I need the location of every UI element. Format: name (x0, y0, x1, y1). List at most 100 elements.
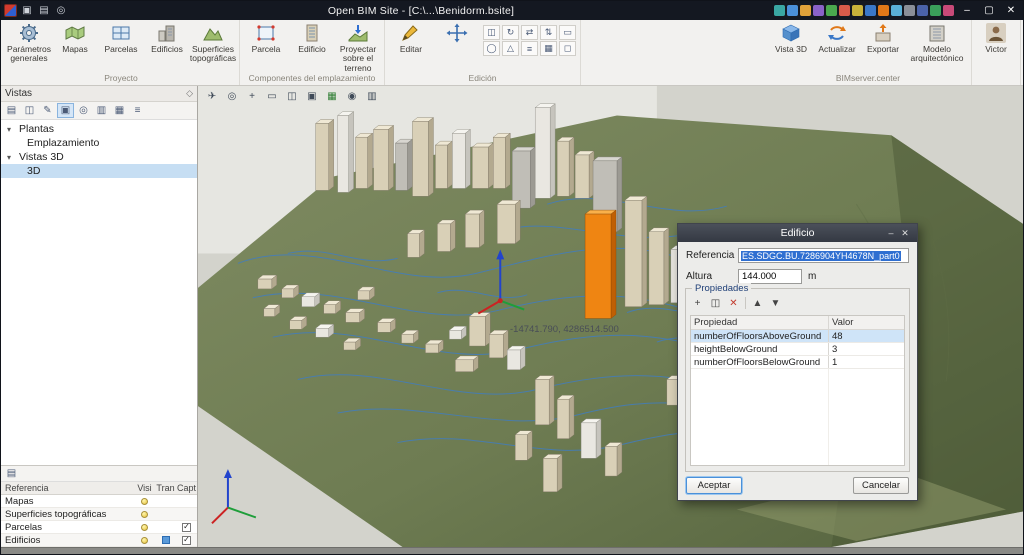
walk-mode-icon[interactable]: ✈ (204, 89, 220, 103)
visibility-bulb-icon[interactable] (141, 524, 148, 531)
mirror-icon[interactable]: ⇄ (521, 25, 538, 40)
camera-icon[interactable]: ▣ (304, 89, 320, 103)
vista-3d-button[interactable]: Vista 3D (768, 21, 814, 54)
copy-icon[interactable]: ◫ (709, 298, 722, 309)
list-icon[interactable]: ▤ (3, 466, 20, 481)
proyectar-terreno-button[interactable]: Proyectar sobre el terreno (335, 21, 381, 73)
grid-icon[interactable] (865, 5, 876, 16)
visibility-icon[interactable]: ◉ (344, 89, 360, 103)
grid-icon[interactable]: ▦ (540, 41, 557, 56)
settings-icon[interactable]: ≡ (129, 103, 146, 118)
sync-icon[interactable] (787, 5, 798, 16)
edit-view-icon[interactable]: ✎ (39, 103, 56, 118)
visibility-bulb-icon[interactable] (141, 511, 148, 518)
property-row-height-below[interactable]: heightBelowGround 3 (691, 343, 904, 356)
print-view-icon[interactable]: ▥ (93, 103, 110, 118)
edificio-button[interactable]: Edificio (289, 21, 335, 54)
aceptar-button[interactable]: Aceptar (686, 477, 742, 494)
tree-item-vistas-3d[interactable]: ▾ Vistas 3D (1, 150, 197, 164)
transparency-icon[interactable] (162, 536, 170, 544)
capture-checkbox[interactable]: ✓ (182, 523, 191, 532)
tree-item-plantas[interactable]: ▾ Plantas (1, 122, 197, 136)
delete-icon[interactable]: ✕ (727, 298, 740, 309)
zoom-extents-icon[interactable]: ▭ (264, 89, 280, 103)
select-icon[interactable]: ◻ (559, 41, 576, 56)
close-button[interactable]: ✕ (1002, 5, 1020, 16)
home-icon[interactable] (774, 5, 785, 16)
doc-icon[interactable] (878, 5, 889, 16)
section-icon[interactable]: ◫ (284, 89, 300, 103)
layers-icon[interactable]: ▦ (111, 103, 128, 118)
exportar-button[interactable]: Exportar (860, 21, 906, 54)
chat-icon[interactable] (930, 5, 941, 16)
export-sheet-icon[interactable]: ▦ (324, 89, 340, 103)
move-up-icon[interactable]: ▲ (751, 298, 764, 309)
mail-icon[interactable] (839, 5, 850, 16)
layer-row-edificios[interactable]: Edificios ✓ (1, 534, 197, 547)
edificios-button[interactable]: Edificios (144, 21, 190, 54)
button-label: Superficies topográficas (190, 45, 236, 64)
cloud-icon[interactable] (800, 5, 811, 16)
property-row-floors-below[interactable]: numberOfFloorsBelowGround 1 (691, 356, 904, 369)
stretch-icon[interactable]: ⇅ (540, 25, 557, 40)
shadows-icon[interactable]: ▥ (364, 89, 380, 103)
modelo-arquitectonico-button[interactable]: Modelo arquitectónico (906, 21, 968, 64)
tree-item-emplazamiento[interactable]: Emplazamiento (1, 136, 197, 150)
new-view-icon[interactable]: ▤ (3, 103, 20, 118)
chart-icon[interactable] (826, 5, 837, 16)
chevron-down-icon[interactable]: ▾ (7, 153, 19, 162)
camera-view-icon[interactable]: ▣ (57, 103, 74, 118)
rotate-icon[interactable]: ↻ (502, 25, 519, 40)
divider (745, 297, 746, 309)
polyline-icon[interactable]: △ (502, 41, 519, 56)
maximize-button[interactable]: ▢ (980, 5, 998, 16)
flag-icon[interactable] (852, 5, 863, 16)
photo-icon[interactable] (891, 5, 902, 16)
referencia-input[interactable]: ES.SDGC.BU.7286904YH4678N_part0 (738, 248, 909, 263)
button-label: Vista 3D (775, 45, 807, 54)
group-title: Propiedades (692, 283, 751, 294)
property-row-floors-above[interactable]: numberOfFloorsAboveGround 48 (691, 330, 904, 343)
chevron-down-icon[interactable]: ▾ (7, 125, 19, 134)
layers-icon[interactable] (813, 5, 824, 16)
cancelar-button[interactable]: Cancelar (853, 477, 909, 494)
add-icon[interactable]: + (691, 298, 704, 309)
minimize-button[interactable]: – (958, 5, 976, 16)
duplicate-view-icon[interactable]: ◫ (21, 103, 38, 118)
layer-row-superficies[interactable]: Superficies topográficas (1, 508, 197, 521)
globe-icon[interactable] (917, 5, 928, 16)
save-icon[interactable]: ▣ (20, 5, 34, 16)
parcela-button[interactable]: Parcela (243, 21, 289, 54)
move-down-icon[interactable]: ▼ (769, 298, 782, 309)
actualizar-button[interactable]: Actualizar (814, 21, 860, 54)
print-icon[interactable]: ▤ (37, 5, 51, 16)
dialog-titlebar[interactable]: Edificio – ✕ (678, 224, 917, 242)
align-icon[interactable]: ≡ (521, 41, 538, 56)
visibility-bulb-icon[interactable] (141, 498, 148, 505)
editar-button[interactable]: Editar (388, 21, 434, 54)
move-button[interactable] (434, 21, 480, 44)
mapas-button[interactable]: Mapas (52, 21, 98, 54)
altura-input[interactable] (738, 269, 802, 284)
rectangle-icon[interactable]: ▭ (559, 25, 576, 40)
layer-row-parcelas[interactable]: Parcelas ✓ (1, 521, 197, 534)
tree-item-3d[interactable]: 3D (1, 164, 197, 178)
orbit-icon[interactable]: ◎ (224, 89, 240, 103)
capture-checkbox[interactable]: ✓ (182, 536, 191, 545)
help-icon[interactable] (943, 5, 954, 16)
dialog-minimize-button[interactable]: – (884, 228, 898, 238)
visibility-bulb-icon[interactable] (141, 537, 148, 544)
superficies-topograficas-button[interactable]: Superficies topográficas (190, 21, 236, 64)
copy-icon[interactable]: ◫ (483, 25, 500, 40)
parametros-generales-button[interactable]: Parámetros generales (6, 21, 52, 64)
paint-icon[interactable] (904, 5, 915, 16)
pan-icon[interactable]: + (244, 89, 260, 103)
pin-icon[interactable]: ◇ (186, 88, 193, 99)
circle-icon[interactable]: ◯ (483, 41, 500, 56)
layer-row-mapas[interactable]: Mapas (1, 495, 197, 508)
search-icon[interactable]: ◎ (54, 5, 68, 16)
snapshot-icon[interactable]: ◎ (75, 103, 92, 118)
user-account-button[interactable]: Victor (975, 21, 1017, 54)
dialog-close-button[interactable]: ✕ (898, 228, 912, 239)
parcelas-button[interactable]: Parcelas (98, 21, 144, 54)
